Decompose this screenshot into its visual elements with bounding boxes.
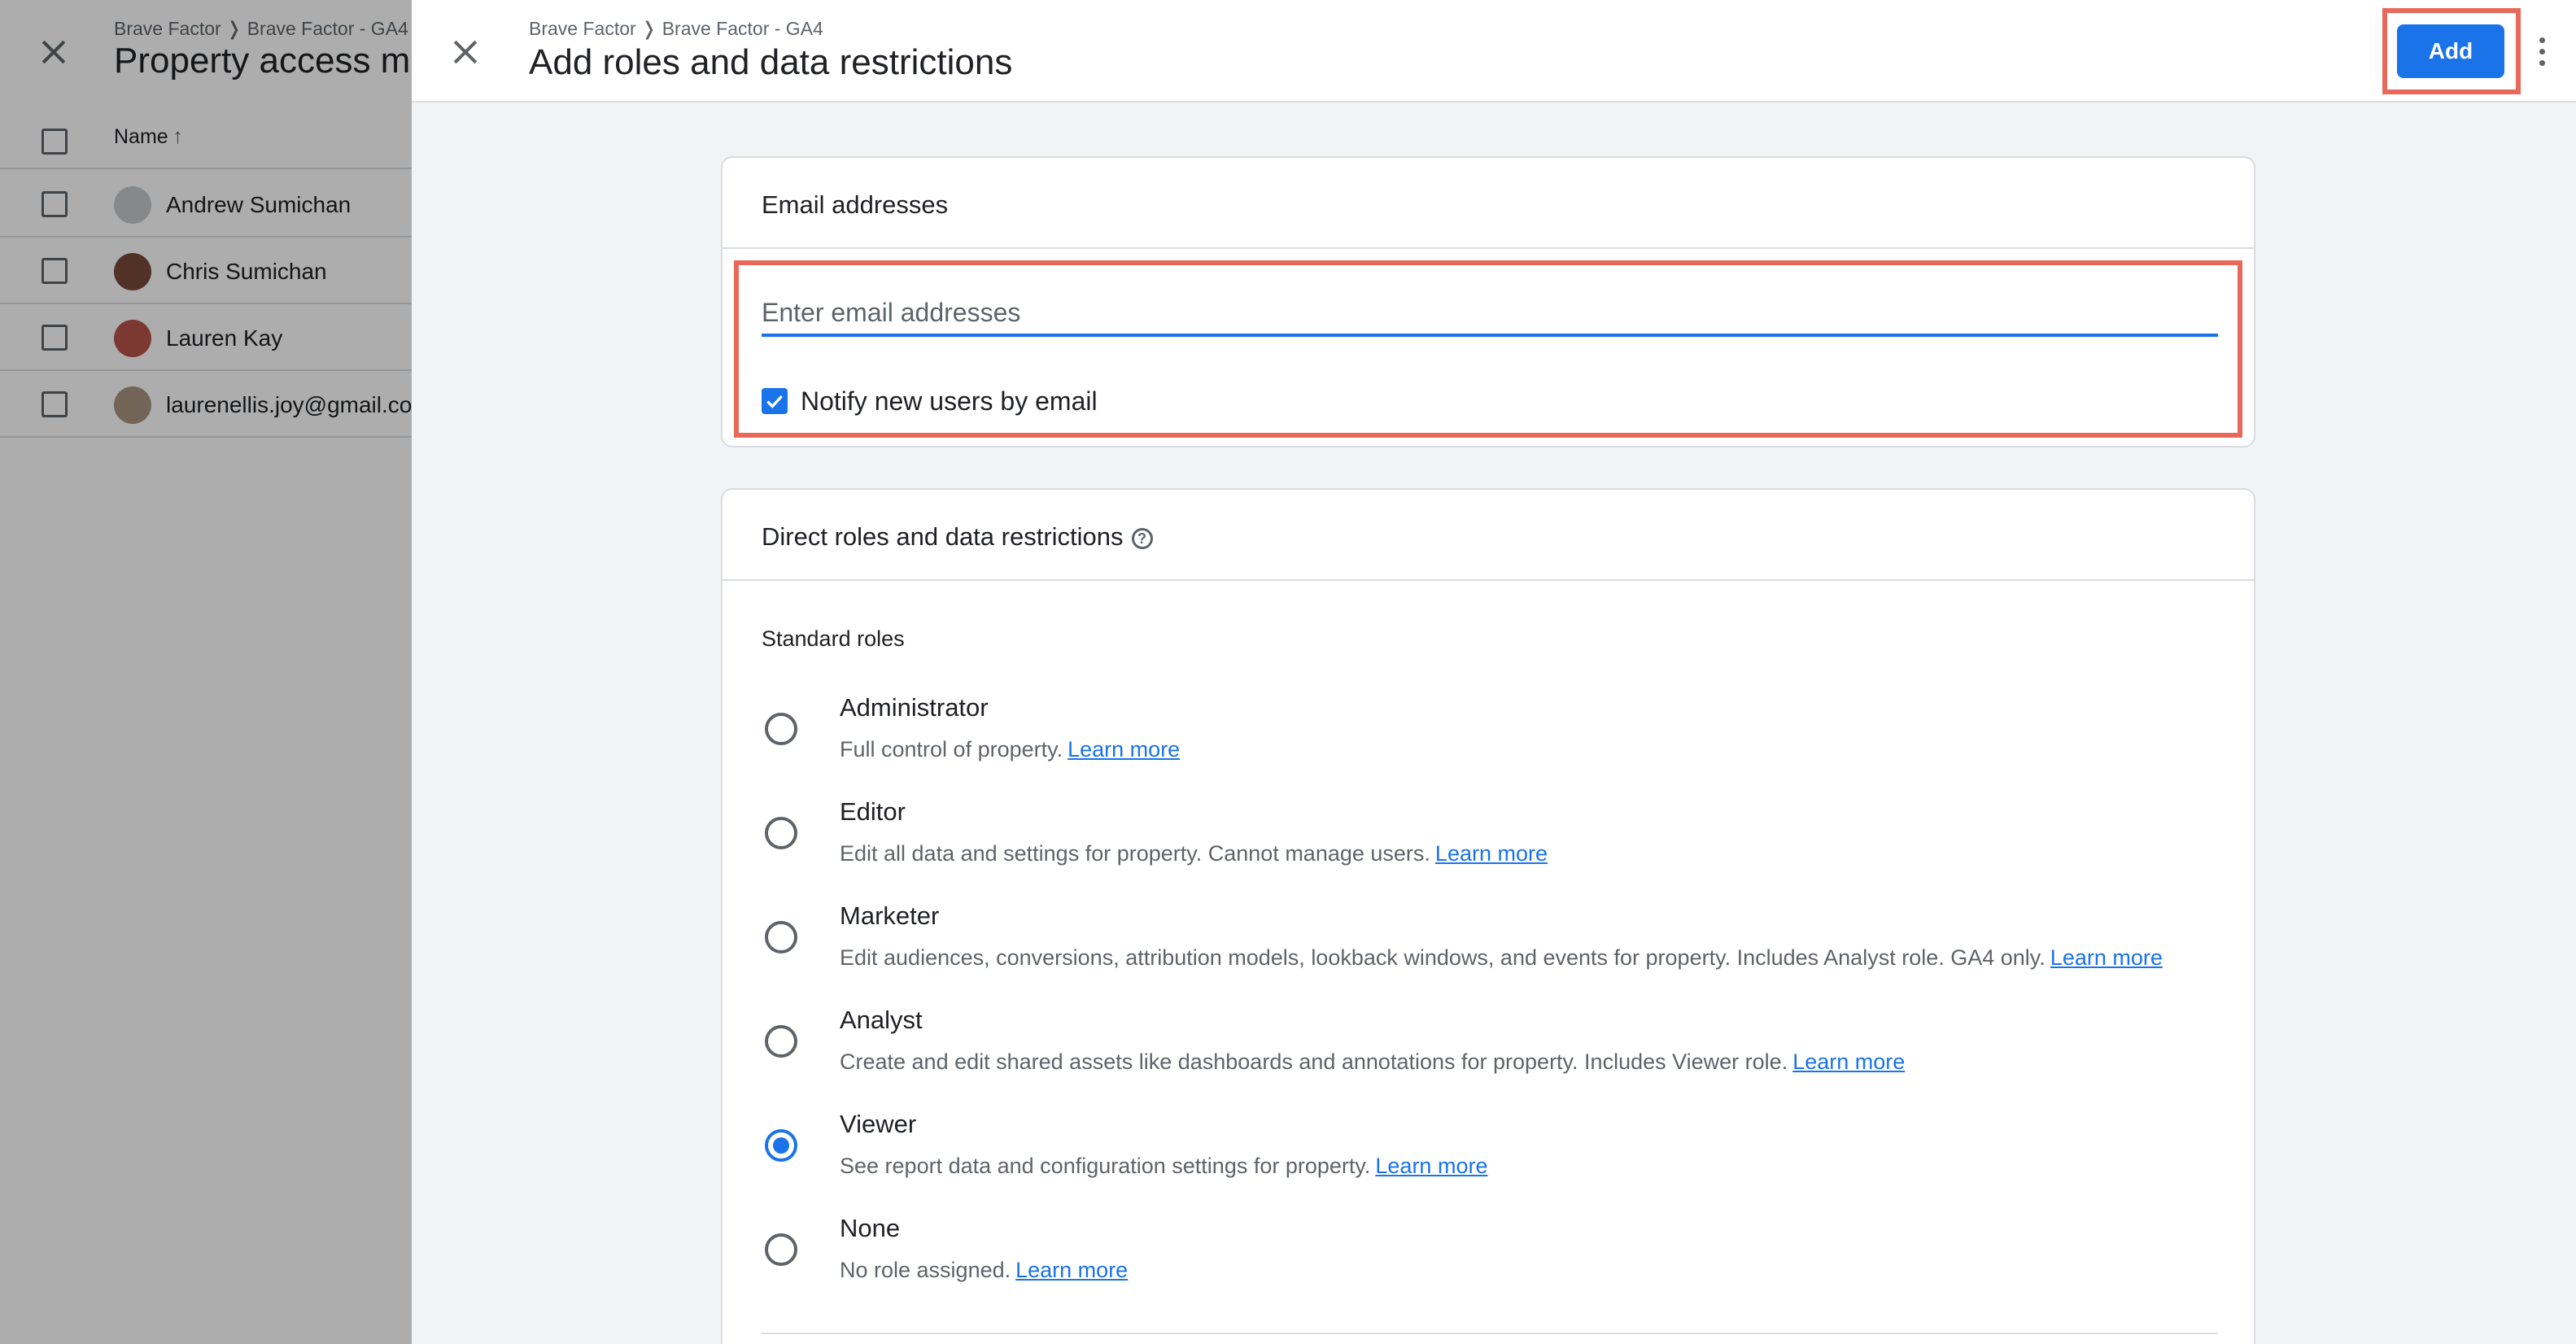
role-description: Edit audiences, conversions, attribution…: [840, 945, 2046, 970]
role-option-none[interactable]: None No role assigned. Learn more: [755, 1214, 2236, 1303]
standard-roles-label: Standard roles: [762, 626, 905, 651]
more-vert-icon[interactable]: [2527, 33, 2556, 72]
drawer-header: Brave Factor ❭ Brave Factor - GA4 Add ro…: [412, 0, 2576, 103]
role-description: Create and edit shared assets like dashb…: [840, 1049, 1788, 1074]
notify-label: Notify new users by email: [801, 386, 1098, 416]
role-name: Administrator: [840, 693, 989, 722]
divider: [762, 1333, 2218, 1334]
learn-more-link[interactable]: Learn more: [1375, 1154, 1487, 1178]
drawer-title: Add roles and data restrictions: [529, 42, 1013, 82]
learn-more-link[interactable]: Learn more: [1435, 841, 1548, 866]
help-icon[interactable]: ?: [1131, 528, 1153, 549]
add-roles-drawer: Brave Factor ❭ Brave Factor - GA4 Add ro…: [412, 0, 2576, 1344]
role-radio[interactable]: [765, 713, 797, 745]
role-radio[interactable]: [765, 1025, 797, 1058]
learn-more-link[interactable]: Learn more: [2050, 945, 2163, 970]
role-description: Edit all data and settings for property.…: [840, 841, 1430, 866]
breadcrumb: Brave Factor ❭ Brave Factor - GA4: [529, 18, 823, 39]
roles-section-title: Direct roles and data restrictions: [762, 522, 1124, 551]
email-addresses-card: Email addresses Notify new users by emai…: [721, 156, 2255, 447]
role-description: See report data and configuration settin…: [840, 1154, 1371, 1178]
check-icon: [766, 395, 783, 408]
role-radio[interactable]: [765, 921, 797, 953]
role-option-editor[interactable]: Editor Edit all data and settings for pr…: [755, 797, 2236, 887]
email-input[interactable]: [762, 291, 2218, 337]
learn-more-link[interactable]: Learn more: [1068, 737, 1180, 761]
role-option-marketer[interactable]: Marketer Edit audiences, conversions, at…: [755, 901, 2236, 991]
card-header: Direct roles and data restrictions?: [723, 490, 2254, 581]
role-name: Analyst: [840, 1006, 923, 1034]
role-radio-selected[interactable]: [765, 1129, 797, 1162]
role-radio[interactable]: [765, 1233, 797, 1266]
role-option-viewer[interactable]: Viewer See report data and configuration…: [755, 1110, 2236, 1199]
role-name: None: [840, 1214, 901, 1242]
add-button[interactable]: Add: [2397, 24, 2504, 78]
learn-more-link[interactable]: Learn more: [1015, 1258, 1128, 1282]
role-description: Full control of property.: [840, 737, 1063, 761]
learn-more-link[interactable]: Learn more: [1792, 1049, 1905, 1074]
role-option-administrator[interactable]: Administrator Full control of property. L…: [755, 693, 2236, 783]
email-section-title: Email addresses: [762, 190, 949, 219]
role-name: Editor: [840, 797, 906, 826]
role-name: Viewer: [840, 1110, 917, 1138]
close-icon[interactable]: [448, 34, 483, 70]
role-option-analyst[interactable]: Analyst Create and edit shared assets li…: [755, 1006, 2236, 1095]
notify-checkbox[interactable]: [762, 388, 788, 414]
notify-users-option[interactable]: Notify new users by email: [762, 382, 1098, 420]
roles-card: Direct roles and data restrictions? Stan…: [721, 488, 2255, 1344]
role-name: Marketer: [840, 901, 940, 930]
role-radio[interactable]: [765, 817, 797, 849]
role-description: No role assigned.: [840, 1258, 1011, 1282]
card-header: Email addresses: [723, 158, 2254, 249]
